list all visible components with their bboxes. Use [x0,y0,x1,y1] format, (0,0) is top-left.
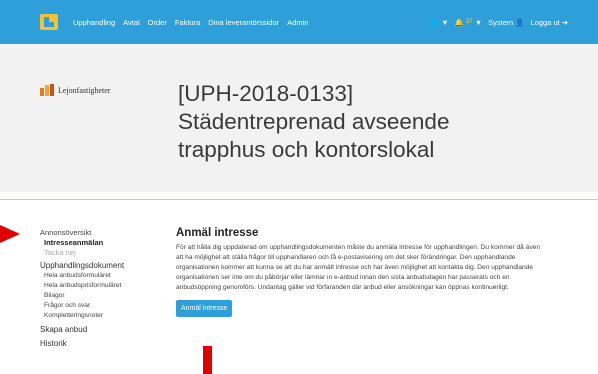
nav-link-admin[interactable]: Admin [287,18,308,27]
title-line-1: Städentreprenad avseende [178,109,450,134]
page-title: [UPH-2018-0133] Städentreprenad avseende… [178,80,558,164]
bell-icon: 🔔 [454,17,465,27]
sidebar-item-register-interest[interactable]: Intresseanmälan [40,238,160,248]
sidebar-item-decline: Tacka nej [44,248,76,257]
nav-link-order[interactable]: Order [148,18,167,27]
sidebar-item-attachments[interactable]: Bilagor [40,291,160,301]
main-content: Anmäl intresse För att hålla dig uppdate… [176,227,546,317]
header-divider [0,199,598,200]
sidebar-nav: Annonsöversikt Intresseanmälan Tacka nej… [40,228,160,349]
annotation-arrow-icon [0,225,20,243]
sidebar-item-overview[interactable]: Annonsöversikt [40,228,160,238]
logout-icon: ➜ [561,17,568,27]
sidebar-item-history[interactable]: Historik [40,339,160,349]
title-line-2: trapphus och kontorslokal [178,137,435,162]
chevron-down-icon: ▼ [441,17,449,27]
nav-link-avtal[interactable]: Avtal [123,18,140,27]
procurement-id: [UPH-2018-0133] [178,81,354,106]
system-menu[interactable]: System 👤 [488,18,524,27]
section-description: För att hålla dig uppdaterad om upphandl… [176,244,540,291]
logout-label: Logga ut [530,17,560,27]
organization-logo: Lejonfastigheter [40,84,110,96]
nav-link-upphandling[interactable]: Upphandling [73,18,115,27]
logout-link[interactable]: Logga ut ➜ [531,18,569,27]
user-nav: 🌐 ▼ 🔔 37 ▼ System 👤 Logga ut ➜ [430,0,568,44]
notification-count: 37 [466,19,473,25]
nav-link-leverantorssidor[interactable]: Dina leverantörssidor [208,18,279,27]
chevron-down-icon: ▼ [474,17,483,27]
main-nav: Upphandling Avtal Order Faktura Dina lev… [73,0,308,44]
organization-name: Lejonfastigheter [58,85,111,95]
annotation-marker [203,346,212,374]
notifications-menu[interactable]: 🔔 37 ▼ [455,18,482,27]
user-icon: 👤 [515,17,525,27]
sidebar-item-price-form[interactable]: Hela anbudsprisformuläret [40,281,160,291]
top-navigation-bar: Upphandling Avtal Order Faktura Dina lev… [0,0,598,44]
section-heading: Anmäl intresse [176,227,259,239]
sidebar-item-supplements[interactable]: Kompletteringsnoter [40,311,160,321]
sidebar-item-documents[interactable]: Upphandlingsdokument [40,261,160,271]
sidebar-item-questions[interactable]: Frågor och svar [40,301,160,311]
app-logo-icon[interactable] [40,14,58,30]
nav-link-faktura[interactable]: Faktura [175,18,200,27]
language-menu[interactable]: 🌐 ▼ [430,18,449,27]
sidebar-item-bid-form[interactable]: Hela anbudsformuläret [40,271,160,281]
sidebar-item-create-bid[interactable]: Skapa anbud [40,325,160,335]
lion-logo-icon [40,84,54,96]
globe-icon: 🌐 [429,17,440,27]
register-interest-button[interactable]: Anmäl intresse [176,300,233,317]
system-label: System [488,17,514,27]
